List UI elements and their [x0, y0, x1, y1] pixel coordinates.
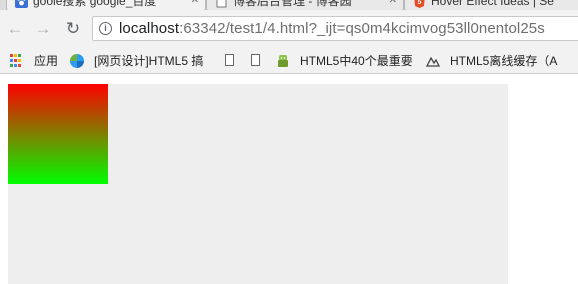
page-icon — [251, 54, 260, 66]
paw-icon — [15, 0, 28, 8]
bookmark-label: HTML5离线缓存（A — [450, 54, 558, 68]
arrow-left-icon: ← — [6, 19, 24, 38]
url-text[interactable]: localhost:63342/test1/4.html?_ijt=qs0m4k… — [119, 20, 545, 37]
bookmark-label: [网页设计]HTML5 搞 — [94, 54, 204, 68]
close-icon[interactable]: ✕ — [191, 0, 199, 10]
apps-grid-icon — [10, 54, 24, 68]
page-viewport — [0, 74, 578, 284]
gradient-box — [8, 84, 108, 184]
browser-toolbar: ← → ↻ i localhost:63342/test1/4.html?_ij… — [0, 10, 578, 48]
reload-icon: ↻ — [65, 19, 81, 38]
page-icon — [216, 0, 227, 8]
reload-button[interactable]: ↻ — [62, 18, 84, 40]
bookmarks-bar: 应用 [网页设计]HTML5 搞 HTML5中40个最重要 HTML5离线缓存（… — [0, 48, 578, 74]
tab-blog-admin[interactable]: 博客后台管理 - 博客园 ✕ — [206, 0, 404, 10]
svg-text:5: 5 — [418, 0, 422, 6]
html5-icon: 5 — [414, 0, 425, 8]
page-icon — [225, 54, 234, 66]
forward-button[interactable]: → — [32, 18, 54, 40]
url-host: localhost — [119, 20, 180, 37]
close-icon[interactable]: ✕ — [389, 0, 397, 10]
tab-hover-effect[interactable]: 5 Hover Effect Ideas | Se — [404, 0, 578, 10]
tab-google-search[interactable]: goole搜索 google_百度 ✕ — [6, 0, 206, 10]
back-button[interactable]: ← — [4, 18, 26, 40]
pinwheel-icon — [70, 54, 84, 68]
bookmark-label: 应用 — [34, 54, 59, 68]
tab-strip: goole搜索 google_百度 ✕ 博客后台管理 - 博客园 ✕ 5 Hov… — [0, 0, 578, 10]
url-path: :63342/test1/4.html?_ijt=qs0m4kcimvog53l… — [179, 20, 545, 37]
info-icon[interactable]: i — [99, 22, 112, 35]
tab-label: 博客后台管理 - 博客园 — [233, 0, 352, 8]
tab-label: goole搜索 google_百度 — [33, 0, 157, 8]
bookmark-label: HTML5中40个最重要 — [300, 54, 413, 68]
bookmark-page-1[interactable] — [224, 52, 236, 70]
bookmark-page-2[interactable] — [250, 52, 262, 70]
content-container — [8, 84, 508, 284]
mountain-icon — [426, 56, 440, 67]
android-icon — [278, 55, 288, 67]
tab-label: Hover Effect Ideas | Se — [431, 0, 554, 8]
arrow-right-icon: → — [34, 19, 52, 38]
address-bar[interactable]: i localhost:63342/test1/4.html?_ijt=qs0m… — [92, 16, 578, 41]
